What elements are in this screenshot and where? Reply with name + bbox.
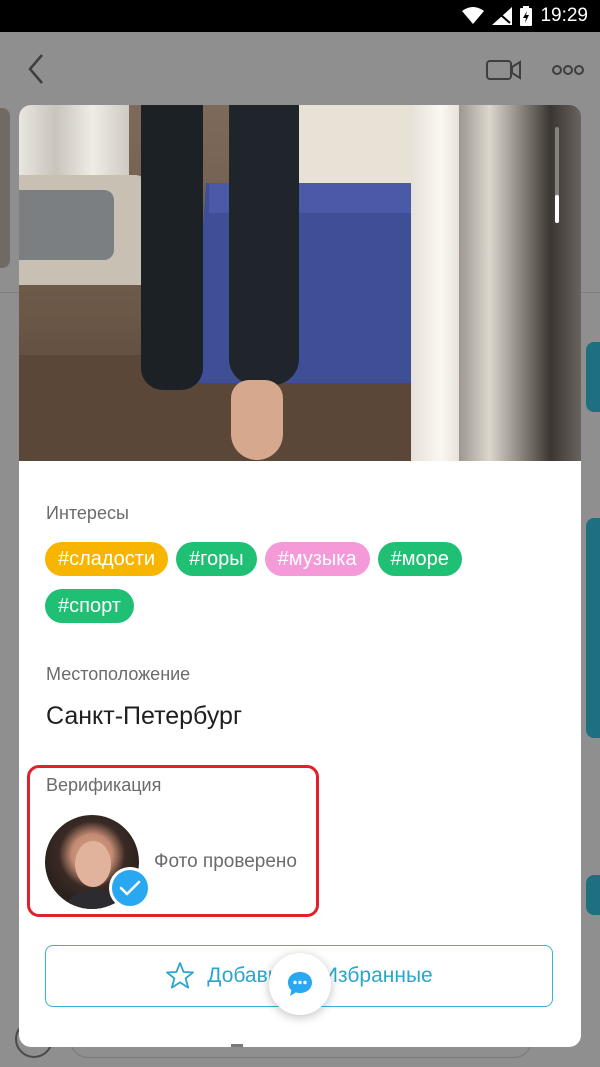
star-icon	[166, 962, 195, 989]
more-dots-icon[interactable]	[551, 64, 585, 76]
interests-label: Интересы	[46, 503, 129, 523]
background-accent	[586, 875, 600, 915]
profile-card: Интересы #сладости #горы #музыка #море #спор…	[19, 105, 581, 1047]
interest-tag[interactable]: #спорт	[45, 589, 134, 623]
photo-mirror	[459, 105, 581, 461]
status-time: 19:29	[540, 5, 588, 26]
status-icons: 19:29	[462, 5, 588, 27]
verified-check-badge	[109, 867, 151, 909]
video-camera-icon[interactable]	[486, 58, 522, 82]
photo-cushion	[19, 190, 114, 260]
avatar-face	[75, 841, 111, 887]
interest-tag[interactable]: #сладости	[45, 542, 169, 576]
photo-window	[299, 105, 419, 195]
sheet-indicator	[231, 1044, 243, 1047]
verification-status: Фото проверено	[154, 851, 297, 872]
interest-tags: #сладости #горы #музыка #море #спорт	[45, 542, 565, 636]
photo-scroll-indicator	[555, 195, 559, 223]
interest-tag[interactable]: #музыка	[264, 542, 370, 576]
checkmark-icon	[119, 880, 141, 896]
wifi-icon	[462, 7, 485, 24]
photo-foot	[231, 380, 283, 460]
chat-bubble-icon	[288, 972, 312, 996]
location-value: Санкт-Петербург	[46, 702, 243, 730]
profile-photo[interactable]	[19, 105, 581, 461]
verification-label: Верификация	[46, 775, 162, 795]
photo-leg	[229, 105, 299, 385]
status-bar: 19:29	[0, 0, 600, 32]
back-icon[interactable]	[22, 52, 52, 86]
background-photo-thumbnail	[0, 108, 10, 268]
background-accent	[586, 518, 600, 738]
battery-charging-icon	[520, 6, 533, 26]
interest-tag[interactable]: #море	[377, 542, 462, 576]
chat-button[interactable]	[269, 953, 331, 1015]
signal-icon	[492, 7, 513, 25]
interest-tag[interactable]: #горы	[176, 542, 257, 576]
background-accent	[586, 342, 600, 412]
photo-leg	[141, 105, 203, 390]
location-label: Местоположение	[46, 664, 191, 684]
